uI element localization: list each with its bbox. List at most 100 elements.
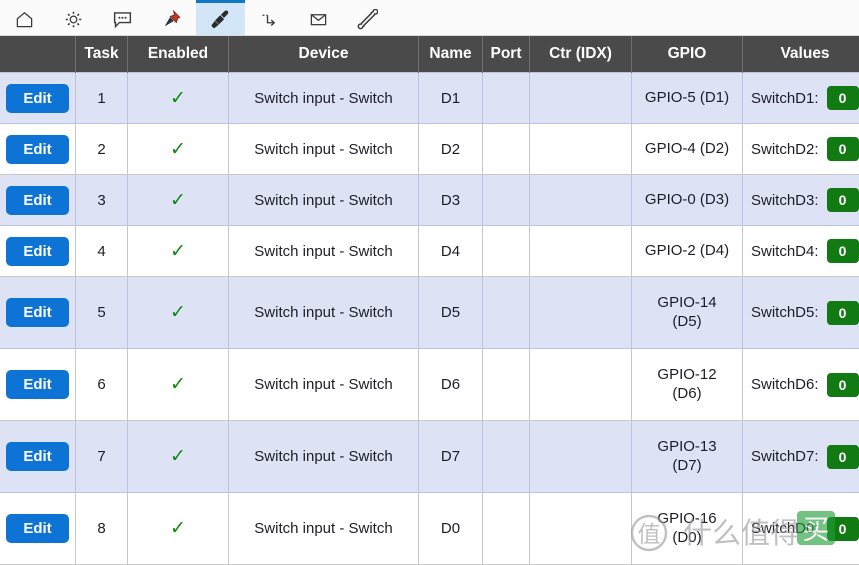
plug-icon [209, 8, 232, 31]
value-label: SwitchD4: [751, 243, 819, 260]
cell-port [483, 124, 530, 175]
table-row: Edit1✓Switch input - SwitchD1GPIO-5 (D1)… [0, 73, 859, 124]
table-row: Edit7✓Switch input - SwitchD7GPIO-13(D7)… [0, 421, 859, 493]
gear-icon [64, 10, 83, 29]
cell-enabled: ✓ [128, 277, 229, 349]
tab-home[interactable] [0, 0, 49, 35]
cell-device: Switch input - Switch [229, 175, 419, 226]
th-gpio[interactable]: GPIO [632, 36, 743, 73]
edit-button[interactable]: Edit [6, 442, 68, 471]
cell-values: SwitchD6: 0 [743, 349, 859, 421]
check-icon: ✓ [170, 88, 186, 109]
value-badge: 0 [827, 373, 859, 397]
th-actions [0, 36, 76, 73]
edit-button[interactable]: Edit [6, 135, 68, 164]
check-icon: ✓ [170, 302, 186, 323]
edit-button[interactable]: Edit [6, 237, 68, 266]
tab-devices[interactable] [196, 0, 245, 35]
edit-button[interactable]: Edit [6, 370, 68, 399]
cell-device: Switch input - Switch [229, 349, 419, 421]
cell-name: D2 [419, 124, 483, 175]
th-name[interactable]: Name [419, 36, 483, 73]
value-badge: 0 [827, 301, 859, 325]
th-device[interactable]: Device [229, 36, 419, 73]
cell-task: 2 [76, 124, 128, 175]
tab-hardware[interactable] [147, 0, 196, 35]
value-label: SwitchD6: [751, 376, 819, 393]
check-icon: ✓ [170, 139, 186, 160]
cell-name: D3 [419, 175, 483, 226]
cell-enabled: ✓ [128, 493, 229, 565]
cell-task: 8 [76, 493, 128, 565]
table-body: Edit1✓Switch input - SwitchD1GPIO-5 (D1)… [0, 73, 859, 565]
edit-button[interactable]: Edit [6, 514, 68, 543]
tab-notifications[interactable] [294, 0, 343, 35]
value-label: SwitchD7: [751, 448, 819, 465]
table-header: Task Enabled Device Name Port Ctr (IDX) … [0, 36, 859, 73]
edit-button[interactable]: Edit [6, 298, 68, 327]
mail-icon [309, 10, 328, 29]
cell-port [483, 493, 530, 565]
cell-name: D5 [419, 277, 483, 349]
cell-enabled: ✓ [128, 226, 229, 277]
value-badge: 0 [827, 86, 859, 110]
cell-values: SwitchD4: 0 [743, 226, 859, 277]
check-icon: ✓ [170, 241, 186, 262]
home-icon [15, 10, 34, 29]
cell-device: Switch input - Switch [229, 421, 419, 493]
cell-actions: Edit [0, 124, 76, 175]
table-row: Edit8✓Switch input - SwitchD0GPIO-16(D0)… [0, 493, 859, 565]
cell-ctr-idx [530, 277, 632, 349]
check-icon: ✓ [170, 190, 186, 211]
edit-button[interactable]: Edit [6, 186, 68, 215]
check-icon: ✓ [170, 446, 186, 467]
cell-gpio: GPIO-5 (D1) [632, 73, 743, 124]
tab-config[interactable] [49, 0, 98, 35]
cell-port [483, 73, 530, 124]
th-enabled[interactable]: Enabled [128, 36, 229, 73]
value-label: SwitchD0: [751, 520, 819, 537]
cell-port [483, 277, 530, 349]
cell-device: Switch input - Switch [229, 226, 419, 277]
value-badge: 0 [827, 239, 859, 263]
cell-port [483, 226, 530, 277]
cell-name: D1 [419, 73, 483, 124]
cell-enabled: ✓ [128, 124, 229, 175]
table-row: Edit3✓Switch input - SwitchD3GPIO-0 (D3)… [0, 175, 859, 226]
th-task[interactable]: Task [76, 36, 128, 73]
rules-icon [260, 9, 280, 29]
th-ctr-idx[interactable]: Ctr (IDX) [530, 36, 632, 73]
value-badge: 0 [827, 188, 859, 212]
cell-gpio: GPIO-2 (D4) [632, 226, 743, 277]
table-row: Edit5✓Switch input - SwitchD5GPIO-14(D5)… [0, 277, 859, 349]
cell-name: D6 [419, 349, 483, 421]
cell-enabled: ✓ [128, 421, 229, 493]
cell-ctr-idx [530, 493, 632, 565]
cell-enabled: ✓ [128, 73, 229, 124]
cell-port [483, 175, 530, 226]
value-badge: 0 [827, 137, 859, 161]
chat-icon [112, 9, 133, 30]
table-row: Edit4✓Switch input - SwitchD4GPIO-2 (D4)… [0, 226, 859, 277]
th-values[interactable]: Values [743, 36, 859, 73]
cell-actions: Edit [0, 226, 76, 277]
cell-values: SwitchD1:0 [743, 73, 859, 124]
cell-values: SwitchD7:0 [743, 421, 859, 493]
devices-table: Task Enabled Device Name Port Ctr (IDX) … [0, 36, 859, 565]
tab-tools[interactable] [343, 0, 392, 35]
cell-gpio: GPIO-14(D5) [632, 277, 743, 349]
pin-icon [161, 9, 182, 30]
th-port[interactable]: Port [483, 36, 530, 73]
cell-actions: Edit [0, 421, 76, 493]
tab-rules[interactable] [245, 0, 294, 35]
cell-ctr-idx [530, 349, 632, 421]
edit-button[interactable]: Edit [6, 84, 68, 113]
value-badge: 0 [827, 517, 859, 541]
cell-device: Switch input - Switch [229, 73, 419, 124]
cell-actions: Edit [0, 349, 76, 421]
cell-actions: Edit [0, 493, 76, 565]
cell-device: Switch input - Switch [229, 277, 419, 349]
table-row: Edit2✓Switch input - SwitchD2GPIO-4 (D2)… [0, 124, 859, 175]
tab-controller[interactable] [98, 0, 147, 35]
cell-name: D7 [419, 421, 483, 493]
